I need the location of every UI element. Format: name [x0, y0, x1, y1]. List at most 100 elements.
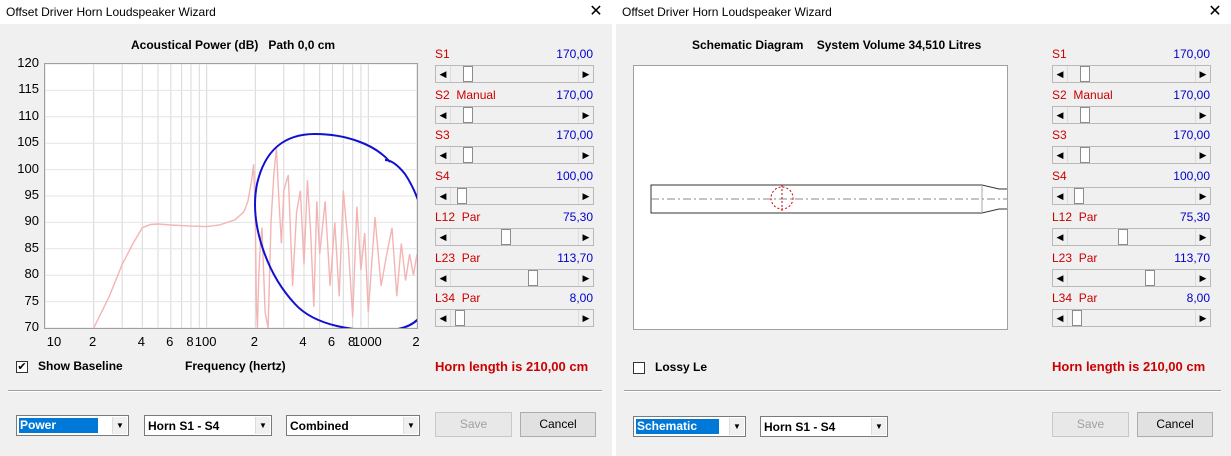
slider-s3[interactable]: ◀ ▶: [435, 146, 594, 165]
slider-value-l23: 113,70: [557, 250, 593, 265]
x-tick-label: 2: [250, 334, 258, 349]
slider-l12[interactable]: ◀ ▶: [435, 227, 594, 246]
slider-thumb[interactable]: [462, 106, 473, 123]
scroll-left-icon[interactable]: ◀: [1053, 188, 1068, 205]
chevron-down-icon[interactable]: ▼: [729, 418, 744, 435]
slider-s2[interactable]: ◀ ▶: [435, 105, 594, 124]
slider-thumb[interactable]: [1073, 188, 1084, 205]
slider-value-s2: 170,00: [1173, 87, 1210, 102]
scroll-left-icon[interactable]: ◀: [1053, 310, 1068, 327]
slider-value-s1: 170,00: [556, 47, 593, 61]
scroll-left-icon[interactable]: ◀: [1053, 66, 1068, 82]
scroll-left-icon[interactable]: ◀: [1053, 147, 1068, 164]
horn-select-value: Horn S1 - S4: [148, 419, 220, 433]
scroll-right-icon[interactable]: ▶: [578, 310, 593, 327]
slider-value-s4: 100,00: [1173, 169, 1210, 184]
slider-thumb[interactable]: [1079, 147, 1090, 164]
view-select[interactable]: Schematic ▼: [633, 416, 746, 437]
divider: [8, 390, 602, 392]
slider-s3[interactable]: ◀ ▶: [1052, 146, 1211, 165]
schematic-diagram: [633, 65, 1021, 330]
show-baseline-checkbox[interactable]: ✔: [16, 361, 28, 373]
scroll-right-icon[interactable]: ▶: [578, 269, 593, 286]
scroll-right-icon[interactable]: ▶: [578, 228, 593, 245]
chevron-down-icon[interactable]: ▼: [255, 417, 270, 434]
x-axis-label: Frequency (hertz): [185, 359, 286, 373]
slider-thumb[interactable]: [456, 188, 467, 205]
scroll-right-icon[interactable]: ▶: [578, 106, 593, 123]
scroll-right-icon[interactable]: ▶: [1195, 106, 1210, 123]
slider-s1[interactable]: ◀ ▶: [435, 65, 594, 83]
cancel-button[interactable]: Cancel: [520, 412, 596, 437]
slider-thumb[interactable]: [501, 228, 512, 245]
slider-thumb[interactable]: [462, 66, 473, 82]
scroll-left-icon[interactable]: ◀: [436, 188, 451, 205]
slider-thumb[interactable]: [462, 147, 473, 164]
scroll-left-icon[interactable]: ◀: [436, 269, 451, 286]
slider-label-s3: S3: [435, 128, 450, 143]
horn-select[interactable]: Horn S1 - S4 ▼: [760, 416, 888, 437]
save-button[interactable]: Save: [1052, 412, 1129, 437]
window-title: Offset Driver Horn Loudspeaker Wizard: [6, 5, 216, 19]
scroll-left-icon[interactable]: ◀: [436, 106, 451, 123]
y-tick-label: 105: [17, 134, 39, 150]
scroll-right-icon[interactable]: ▶: [1195, 310, 1210, 327]
close-icon[interactable]: ✕: [580, 0, 612, 24]
slider-s2[interactable]: ◀ ▶: [1052, 105, 1211, 124]
slider-thumb[interactable]: [1118, 228, 1129, 245]
y-tick-label: 120: [17, 55, 39, 70]
x-tick-label: 1000: [352, 334, 382, 349]
title-bar: Offset Driver Horn Loudspeaker Wizard ✕: [616, 0, 1231, 24]
power-chart: [44, 63, 432, 332]
chevron-down-icon[interactable]: ▼: [403, 417, 418, 434]
scroll-left-icon[interactable]: ◀: [1053, 106, 1068, 123]
view-select[interactable]: Power ▼: [16, 415, 129, 436]
chevron-down-icon[interactable]: ▼: [871, 418, 886, 435]
slider-thumb[interactable]: [454, 310, 465, 327]
scroll-left-icon[interactable]: ◀: [436, 310, 451, 327]
slider-label-s4: S4: [435, 169, 450, 184]
slider-thumb[interactable]: [1071, 310, 1082, 327]
save-button[interactable]: Save: [435, 412, 512, 437]
cancel-button[interactable]: Cancel: [1137, 412, 1213, 437]
slider-value-l12: 75,30: [562, 209, 593, 224]
slider-l34[interactable]: ◀ ▶: [435, 309, 594, 328]
x-tick-label: 100: [194, 334, 217, 349]
chevron-down-icon[interactable]: ▼: [112, 417, 127, 434]
scroll-left-icon[interactable]: ◀: [1053, 228, 1068, 245]
slider-thumb[interactable]: [1079, 106, 1090, 123]
slider-label-l34: L34 Par: [435, 291, 481, 306]
slider-label-s2: S2 Manual: [1052, 87, 1113, 102]
scroll-right-icon[interactable]: ▶: [578, 147, 593, 164]
scroll-right-icon[interactable]: ▶: [1195, 147, 1210, 164]
scroll-left-icon[interactable]: ◀: [436, 66, 451, 82]
scroll-right-icon[interactable]: ▶: [1195, 269, 1210, 286]
horn-length-text: Horn length is 210,00 cm: [1052, 359, 1206, 374]
slider-l23[interactable]: ◀ ▶: [435, 268, 594, 287]
path-select[interactable]: Combined ▼: [286, 415, 420, 436]
lossy-le-checkbox[interactable]: [633, 362, 645, 374]
scroll-left-icon[interactable]: ◀: [1053, 269, 1068, 286]
scroll-right-icon[interactable]: ▶: [1195, 228, 1210, 245]
slider-thumb[interactable]: [1145, 269, 1156, 286]
window-title: Offset Driver Horn Loudspeaker Wizard: [622, 5, 832, 19]
slider-l12[interactable]: ◀ ▶: [1052, 227, 1211, 246]
scroll-right-icon[interactable]: ▶: [1195, 188, 1210, 205]
horn-select[interactable]: Horn S1 - S4 ▼: [144, 415, 272, 436]
slider-thumb[interactable]: [528, 269, 539, 286]
scroll-right-icon[interactable]: ▶: [578, 188, 593, 205]
y-tick-label: 75: [24, 292, 39, 308]
scroll-right-icon[interactable]: ▶: [1195, 66, 1210, 82]
slider-s1[interactable]: ◀ ▶: [1052, 65, 1211, 83]
close-icon[interactable]: ✕: [1199, 0, 1231, 24]
scroll-right-icon[interactable]: ▶: [578, 66, 593, 82]
slider-thumb[interactable]: [1079, 66, 1090, 82]
x-tick-label: 10: [46, 334, 62, 349]
scroll-left-icon[interactable]: ◀: [436, 228, 451, 245]
scroll-left-icon[interactable]: ◀: [436, 147, 451, 164]
slider-l34[interactable]: ◀ ▶: [1052, 309, 1211, 328]
chart-title: Acoustical Power (dB) Path 0,0 cm: [131, 38, 336, 52]
slider-s4[interactable]: ◀ ▶: [435, 187, 594, 206]
slider-l23[interactable]: ◀ ▶: [1052, 268, 1211, 287]
slider-s4[interactable]: ◀ ▶: [1052, 187, 1211, 206]
